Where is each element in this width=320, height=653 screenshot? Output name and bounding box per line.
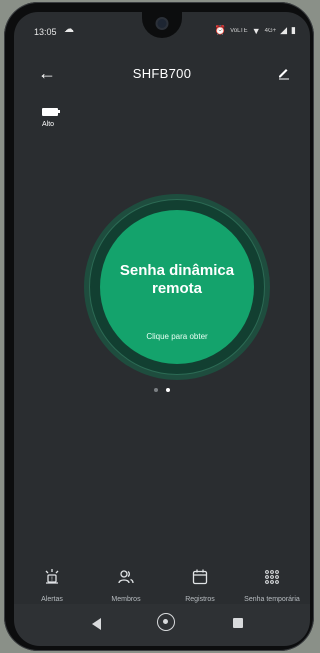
signal-text: 4G+ [264,27,277,34]
page-indicator [14,379,310,397]
wifi-icon: ▼ [251,25,261,36]
calendar-icon [192,569,208,585]
top-app-bar: ← SHFB700 [14,62,310,86]
main-button-subtitle: Clique para obter [146,332,208,341]
nav-label-membros: Membros [111,596,141,603]
cloud-icon: ☁ [64,24,74,35]
volte-icon: VoLTE [230,27,248,34]
nav-label-alertas: Alertas [41,596,63,603]
battery-icon: ▮ [291,25,296,35]
battery-status: Alto [42,108,60,128]
nav-item-membros[interactable]: Membros [88,568,164,603]
nav-back-icon[interactable] [92,618,101,630]
alarm-siren-icon: ! [45,569,59,584]
nav-item-senha-temporaria[interactable]: Senha temporária [234,568,310,603]
main-button-title: Senha dinâmica remota [100,262,254,298]
alarm-icon: ⏰ [214,25,227,35]
battery-level-icon [42,108,60,116]
phone-frame: 13:05 ☁ ⏰ VoLTE ▼ 4G+ ◢ ▮ ← SHFB700 Alto [4,2,314,651]
system-navigation-bar [14,604,310,646]
nav-item-alertas[interactable]: ! Alertas [14,568,90,603]
main-title-line2: remota [151,280,203,297]
nav-label-senha-temporaria: Senha temporária [244,596,300,603]
edit-icon[interactable] [276,64,292,80]
remote-dynamic-password-button[interactable]: Senha dinâmica remota Clique para obter [100,210,254,364]
nav-recents-icon[interactable] [233,618,243,628]
nav-home-icon[interactable] [157,613,175,631]
signal-icon: ◢ [280,25,288,35]
app-screen: 13:05 ☁ ⏰ VoLTE ▼ 4G+ ◢ ▮ ← SHFB700 Alto [14,12,310,612]
nav-label-registros: Registros [185,596,215,603]
page-dot-active[interactable] [166,388,171,392]
status-time: 13:05 [34,27,57,37]
members-icon [118,570,134,584]
status-icons: ⏰ VoLTE ▼ 4G+ ◢ ▮ [215,25,296,36]
nav-item-registros[interactable]: Registros [162,568,238,603]
main-title-line1: Senha dinâmica [119,262,235,279]
page-title: SHFB700 [132,66,192,81]
page-dot[interactable] [153,388,158,392]
battery-label: Alto [42,121,55,128]
status-bar: 13:05 ☁ ⏰ VoLTE ▼ 4G+ ◢ ▮ [14,12,310,40]
keypad-icon [265,570,279,584]
